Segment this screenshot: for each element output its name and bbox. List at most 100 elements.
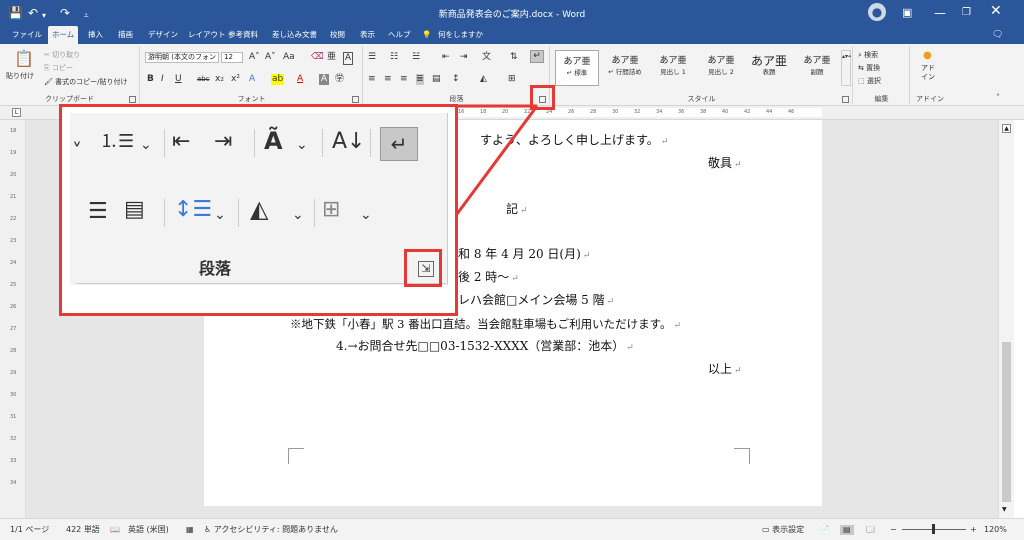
style-heading-1[interactable]: あア亜 見出し 1 <box>651 50 695 86</box>
scroll-thumb[interactable] <box>1002 342 1011 502</box>
zoom-distributed-icon[interactable]: ▤ <box>124 197 145 223</box>
style-no-spacing[interactable]: あア亜 ↵ 行間詰め <box>603 50 647 86</box>
restore-icon[interactable]: ❐ <box>962 5 971 21</box>
italic-icon[interactable]: I <box>161 74 164 85</box>
char-shading-icon[interactable]: A <box>319 74 329 85</box>
zoom-borders-icon[interactable]: ⊞ <box>322 197 340 223</box>
zoom-justify-icon[interactable]: ☰ <box>88 199 108 225</box>
align-left-icon[interactable]: ≡ <box>368 74 376 85</box>
scroll-up-icon[interactable]: ▲ <box>1002 124 1011 133</box>
addins-icon[interactable]: ● <box>923 50 932 61</box>
tab-file[interactable]: ファイル <box>12 30 42 40</box>
zoom-numbering-icon[interactable]: ⒈☰ <box>100 131 134 153</box>
tab-home[interactable]: ホーム <box>48 26 79 44</box>
zoom-in-icon[interactable]: + <box>970 525 977 535</box>
line-spacing-icon[interactable]: ↕ <box>452 74 460 85</box>
zoom-increase-indent-icon[interactable]: ⇥ <box>214 129 232 155</box>
subscript-icon[interactable]: x₂ <box>215 74 224 85</box>
tell-me-box[interactable]: 何をしますか <box>438 30 483 40</box>
grow-font-icon[interactable]: A˄ <box>249 52 260 63</box>
tab-help[interactable]: ヘルプ <box>388 30 411 40</box>
highlight-icon[interactable]: ab <box>271 74 285 85</box>
ribbon-display-icon[interactable]: ▣ <box>902 5 912 21</box>
enclosed-char-icon[interactable]: ㊫ <box>335 74 344 85</box>
paste-icon[interactable]: 📋 <box>14 50 34 68</box>
collapse-ribbon-icon[interactable]: ˄ <box>996 92 1000 103</box>
multilevel-list-icon[interactable]: ☱ <box>412 52 420 63</box>
read-mode-icon[interactable]: 📄 <box>820 525 830 535</box>
font-size-combo[interactable]: 12 <box>221 52 243 63</box>
increase-indent-icon[interactable]: ⇥ <box>460 52 468 63</box>
zoom-line-spacing-icon[interactable]: ↕☰ <box>174 197 212 223</box>
clear-format-icon[interactable]: ⌫ <box>311 52 324 63</box>
clipboard-launcher-icon[interactable] <box>129 96 136 103</box>
tab-draw[interactable]: 描画 <box>118 30 133 40</box>
zoom-show-marks-icon[interactable]: ↵ <box>380 127 418 161</box>
tab-review[interactable]: 校閲 <box>330 30 345 40</box>
zoom-borders-dropdown-icon[interactable]: ⌄ <box>360 207 372 223</box>
zoom-chevron-down-icon[interactable]: ˅ <box>72 139 82 163</box>
asian-layout-icon[interactable]: 文 <box>482 52 491 63</box>
font-name-combo[interactable]: 游明朝 (本文のフォン <box>145 52 219 63</box>
zoom-slider-thumb[interactable] <box>932 524 935 534</box>
strikethrough-icon[interactable]: abc <box>197 74 210 85</box>
tab-layout[interactable]: レイアウト <box>188 30 226 40</box>
cut-button[interactable]: ✂ 切り取り <box>44 50 80 60</box>
phonetic-guide-icon[interactable]: 亜 <box>327 52 336 63</box>
account-icon[interactable]: ● <box>868 3 886 21</box>
style-heading-2[interactable]: あア亜 見出し 2 <box>699 50 743 86</box>
shrink-font-icon[interactable]: A˅ <box>265 52 276 63</box>
addins-button[interactable]: アド イン <box>921 64 935 82</box>
tab-references[interactable]: 参考資料 <box>228 30 258 40</box>
zoom-asian-layout-icon[interactable]: Ã <box>264 127 283 155</box>
page-count[interactable]: 1/1 ページ <box>10 525 49 535</box>
align-right-icon[interactable]: ≡ <box>400 74 408 85</box>
style-subtitle[interactable]: あア亜 副題 <box>795 50 839 86</box>
justify-icon[interactable]: ≣ <box>416 74 424 85</box>
format-painter-button[interactable]: 🖌 書式のコピー/貼り付け <box>44 77 127 87</box>
language-status[interactable]: 英語 (米国) <box>128 525 169 535</box>
styles-launcher-icon[interactable] <box>842 96 849 103</box>
paste-button[interactable]: 貼り付け <box>6 71 34 81</box>
zoom-level[interactable]: 120% <box>984 525 1007 535</box>
tab-view[interactable]: 表示 <box>360 30 375 40</box>
zoom-decrease-indent-icon[interactable]: ⇤ <box>172 129 190 155</box>
web-layout-icon[interactable]: 🗔 <box>866 525 875 535</box>
text-effects-icon[interactable]: A <box>249 74 255 85</box>
numbering-icon[interactable]: ☷ <box>390 52 398 63</box>
sort-icon[interactable]: ⇅ <box>510 52 518 63</box>
macro-icon[interactable]: ▦ <box>186 525 194 535</box>
accessibility-status[interactable]: ♿ アクセシビリティ: 問題ありません <box>204 525 338 535</box>
select-button[interactable]: ⬚ 選択 <box>858 76 881 86</box>
style-normal[interactable]: あア亜 ↵ 標準 <box>555 50 599 86</box>
zoom-sort-icon[interactable]: A↓ <box>332 129 365 155</box>
borders-icon[interactable]: ⊞ <box>508 74 516 85</box>
font-color-icon[interactable]: A <box>297 74 303 85</box>
scroll-down-icon[interactable]: ▼ <box>1002 506 1007 513</box>
styles-scroll-icon[interactable]: ▴▾⩡ <box>841 50 851 86</box>
zoom-shading-icon[interactable]: ◭ <box>250 195 268 223</box>
comments-icon[interactable]: 🗨 <box>992 30 1003 40</box>
minimize-icon[interactable]: — <box>934 5 946 21</box>
tab-design[interactable]: デザイン <box>148 30 178 40</box>
zoom-line-spacing-dropdown-icon[interactable]: ⌄ <box>214 207 226 223</box>
word-count[interactable]: 422 単語 <box>66 525 100 535</box>
copy-button[interactable]: ⎘ コピー <box>44 63 73 73</box>
shading-icon[interactable]: ◭ <box>480 74 487 85</box>
superscript-icon[interactable]: x² <box>231 74 240 85</box>
bullets-icon[interactable]: ☰ <box>368 52 376 63</box>
char-border-icon[interactable]: A <box>343 52 353 65</box>
zoom-numbering-dropdown-icon[interactable]: ⌄ <box>140 137 152 153</box>
show-marks-icon[interactable]: ↵ <box>530 50 544 63</box>
tab-insert[interactable]: 挿入 <box>88 30 103 40</box>
bold-icon[interactable]: B <box>147 74 154 85</box>
zoom-asian-layout-dropdown-icon[interactable]: ⌄ <box>296 137 308 153</box>
zoom-shading-dropdown-icon[interactable]: ⌄ <box>292 207 304 223</box>
change-case-icon[interactable]: Aa <box>283 52 295 63</box>
align-center-icon[interactable]: ≡ <box>384 74 392 85</box>
close-icon[interactable]: ✕ <box>990 3 1002 19</box>
display-settings[interactable]: ▭ 表示設定 <box>762 525 804 535</box>
distributed-icon[interactable]: ▤ <box>432 74 441 85</box>
proofing-icon[interactable]: 📖 <box>110 525 120 535</box>
style-title[interactable]: あア亜 表題 <box>747 50 791 86</box>
